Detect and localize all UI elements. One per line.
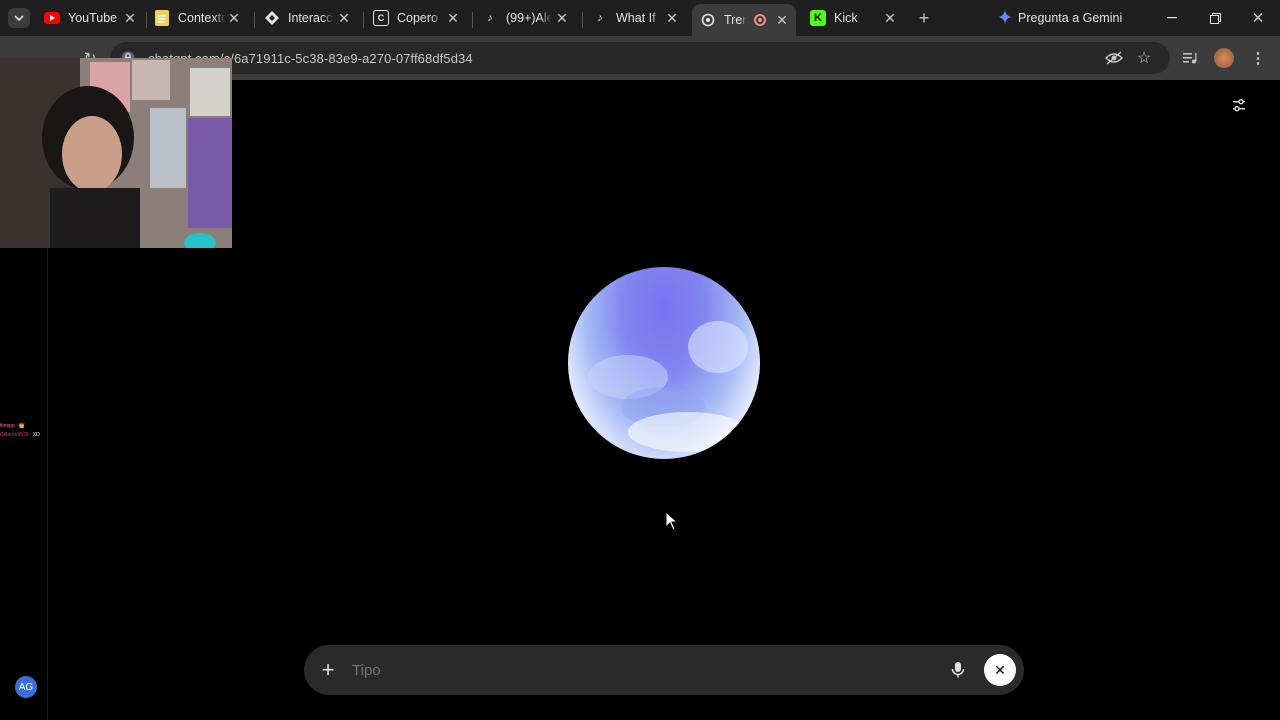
orb-clouds: [588, 321, 748, 452]
user-avatar[interactable]: AG: [15, 676, 37, 698]
tab-divider: [146, 12, 147, 28]
webcam-overlay: [0, 58, 232, 248]
close-window-icon[interactable]: ✕: [1248, 8, 1268, 28]
tab-divider: [363, 12, 364, 28]
voice-orb: [568, 267, 760, 459]
tab-divider: [472, 12, 473, 28]
tab-title: Tren: [724, 13, 746, 27]
eye-off-icon[interactable]: [1104, 48, 1124, 68]
avatar-initials: AG: [18, 681, 34, 693]
left-sidebar: [0, 248, 48, 720]
chat-overlay: tlinepp : 👑 Gilberto9576 : XD: [0, 422, 60, 440]
more-options-icon[interactable]: ⋮: [1248, 48, 1268, 68]
restore-icon[interactable]: [1205, 8, 1225, 28]
voice-settings-icon[interactable]: [1229, 95, 1249, 115]
tab-chatgpt-active[interactable]: Tren ✕: [692, 4, 796, 36]
recording-icon: [754, 14, 766, 26]
tab-youtube[interactable]: YouTube ✕: [44, 4, 144, 32]
tab-search-icon[interactable]: [8, 8, 30, 28]
chat-message: XD: [32, 432, 40, 438]
tab-contexto[interactable]: Contexto ✕: [154, 4, 248, 32]
tab-title: Kick: [834, 11, 858, 25]
docs-icon: [154, 10, 170, 26]
close-icon[interactable]: ✕: [882, 10, 898, 26]
chat-message: 👑: [18, 423, 26, 429]
chatgpt-icon: [700, 12, 716, 28]
message-input[interactable]: [352, 657, 932, 683]
copero-icon: C: [373, 10, 389, 26]
profile-avatar-icon[interactable]: [1214, 48, 1234, 68]
tab-interaccion[interactable]: Interacci ✕: [264, 4, 358, 32]
voice-composer: + ✕: [304, 645, 1024, 695]
close-icon[interactable]: ✕: [664, 10, 680, 26]
tab-tiktok-1[interactable]: ♪ (99+)Ale ✕: [482, 4, 576, 32]
bookmark-star-icon[interactable]: ☆: [1134, 48, 1154, 68]
tab-title: Interacci: [288, 11, 334, 25]
close-icon[interactable]: ✕: [445, 10, 461, 26]
tab-title: (99+)Ale: [506, 11, 552, 25]
tiktok-icon: ♪: [487, 12, 493, 24]
close-icon[interactable]: ✕: [774, 12, 790, 28]
media-control-icon[interactable]: [1180, 48, 1200, 68]
tab-strip: YouTube ✕ Contexto ✕ Interacci ✕ C Coper…: [0, 0, 1280, 36]
tab-tiktok-2[interactable]: ♪ What If ✕: [592, 4, 686, 32]
tab-title: Copero: [397, 11, 438, 25]
diamond-icon: [264, 10, 280, 26]
end-voice-button[interactable]: ✕: [984, 654, 1016, 686]
chat-line: tlinepp : 👑: [0, 422, 60, 431]
close-icon: ✕: [994, 661, 1006, 678]
gemini-label: Pregunta a Gemini: [1018, 11, 1123, 25]
kick-icon: K: [810, 10, 826, 26]
gemini-icon: [998, 9, 1012, 27]
tab-divider: [254, 12, 255, 28]
webcam-image: [0, 58, 232, 248]
tab-title: YouTube: [68, 11, 118, 25]
chat-line: Gilberto9576 : XD: [0, 431, 60, 440]
new-tab-icon[interactable]: +: [914, 8, 934, 28]
close-icon[interactable]: ✕: [336, 10, 352, 26]
close-icon[interactable]: ✕: [554, 10, 570, 26]
gemini-button[interactable]: Pregunta a Gemini: [998, 8, 1122, 28]
chat-user: tlinepp :: [0, 423, 18, 429]
add-attachment-icon[interactable]: +: [318, 657, 338, 682]
chat-user: Gilberto9576 :: [0, 432, 32, 438]
tab-title: What If: [616, 11, 656, 25]
tiktok-icon: ♪: [597, 12, 603, 24]
tab-divider: [582, 12, 583, 28]
close-icon[interactable]: ✕: [122, 10, 138, 26]
minimize-icon[interactable]: [1162, 8, 1182, 28]
microphone-icon[interactable]: [948, 660, 968, 680]
close-icon[interactable]: ✕: [226, 10, 242, 26]
youtube-icon: [44, 10, 60, 26]
tab-copero[interactable]: C Copero ✕: [373, 4, 467, 32]
tab-kick[interactable]: K Kick ✕: [810, 4, 904, 32]
mouse-cursor-icon: [665, 511, 679, 531]
tab-title: Contexto: [178, 11, 226, 25]
